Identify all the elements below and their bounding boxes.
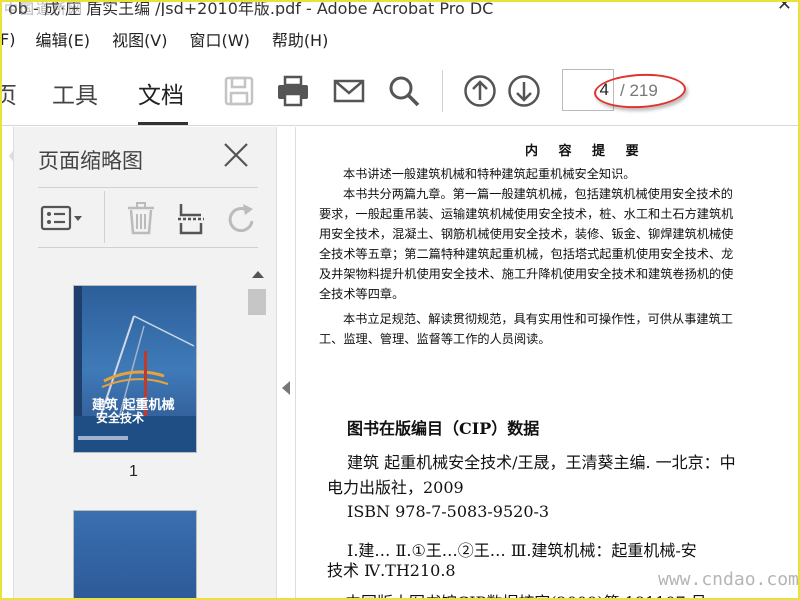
print-icon[interactable] xyxy=(276,74,310,108)
menu-bar: F) 编辑(E) 视图(V) 窗口(W) 帮助(H) xyxy=(2,24,798,54)
doc-paragraph-2: 本书共分两篇九章。第一篇一般建筑机械，包括建筑机械使用安全技术的 要求，一般起重… xyxy=(319,184,798,304)
window-close-button[interactable]: ✕ xyxy=(777,2,792,15)
doc-line: 本书讲述一般建筑机械和特种建筑起重机械安全知识。 xyxy=(343,167,636,181)
tab-home[interactable]: 页 xyxy=(2,76,17,110)
doc-line: 用安全技术，混凝土、钢筋机械使用安全技术，装修、钣金、铆焊建筑机械使 xyxy=(319,227,734,241)
search-icon[interactable] xyxy=(387,74,421,108)
thumbnail-options-icon[interactable] xyxy=(40,201,86,235)
menu-help[interactable]: 帮助(H) xyxy=(272,27,329,51)
doc-line: 及井架物料提升机使用安全技术、施工升降机使用安全技术和建筑卷扬机的使 xyxy=(319,267,734,281)
app-window: ob - 成·庄 盾实王编 /Jsd+2010年版.pdf - Adobe Ac… xyxy=(0,0,800,600)
cip-line: 中国版本图书馆CIP数据核字(2009)第 181107 号 xyxy=(345,589,798,598)
tab-document[interactable]: 文档 xyxy=(138,76,184,110)
scroll-thumb[interactable] xyxy=(248,289,266,315)
active-tab-indicator xyxy=(138,122,188,125)
email-icon[interactable] xyxy=(332,74,366,108)
doc-heading: 内 容 提 要 xyxy=(525,144,647,159)
thumbnails-panel: 页面缩略图 建筑 起重机械 安全技术 1 xyxy=(14,127,276,598)
save-icon[interactable] xyxy=(222,74,256,108)
doc-line: 全技术等四章。 xyxy=(319,287,405,301)
scroll-up-icon[interactable] xyxy=(252,271,264,278)
page-thumbnail-1[interactable]: 建筑 起重机械 安全技术 xyxy=(73,285,197,453)
rotate-icon[interactable] xyxy=(226,201,256,235)
page-thumbnail-2[interactable] xyxy=(73,510,197,598)
title-bar: ob - 成·庄 盾实王编 /Jsd+2010年版.pdf - Adobe Ac… xyxy=(2,2,798,16)
tab-tools[interactable]: 工具 xyxy=(52,76,98,110)
doc-line: 本书立足规范、解读贯彻规范，具有实用性和可操作性，可供从事建筑工 xyxy=(343,312,733,326)
delete-icon[interactable] xyxy=(126,201,156,235)
thumbnail-scrollbar[interactable] xyxy=(246,265,268,598)
doc-line: 本书共分两篇九章。第一篇一般建筑机械，包括建筑机械使用安全技术的 xyxy=(343,187,733,201)
menu-view[interactable]: 视图(V) xyxy=(112,27,167,51)
toolbar-separator xyxy=(442,70,443,112)
watermark-top: 中国道桥网 xyxy=(4,2,84,16)
menu-window[interactable]: 窗口(W) xyxy=(190,27,250,51)
doc-paragraph-3: 本书立足规范、解读贯彻规范，具有实用性和可操作性，可供从事建筑工 工、监理、管理… xyxy=(319,309,798,349)
doc-paragraph-1: 本书讲述一般建筑机械和特种建筑起重机械安全知识。 xyxy=(319,164,798,184)
page-down-icon[interactable] xyxy=(507,74,541,108)
menu-file[interactable]: F) xyxy=(2,30,15,49)
thumbnail-label-1: 1 xyxy=(129,463,138,480)
cip-title: 图书在版编目（CIP）数据 xyxy=(347,419,540,438)
menu-edit[interactable]: 编辑(E) xyxy=(35,27,90,51)
cip-line: ISBN 978-7-5083-9520-3 xyxy=(347,502,550,521)
collapse-arrow-icon[interactable] xyxy=(282,381,290,395)
page-up-icon[interactable] xyxy=(463,74,497,108)
cip-line: 电力出版社，2009 xyxy=(327,478,464,497)
close-icon[interactable] xyxy=(222,141,250,169)
panel-title: 页面缩略图 xyxy=(38,149,143,173)
extract-page-icon[interactable] xyxy=(176,201,206,235)
icon-separator xyxy=(104,191,105,243)
panel-divider xyxy=(38,187,258,188)
cover-subtitle: 安全技术 xyxy=(96,411,145,425)
watermark-bottom: www.cndao.com xyxy=(658,569,799,590)
document-page: 内 容 提 要 本书讲述一般建筑机械和特种建筑起重机械安全知识。 本书共分两篇九… xyxy=(297,127,798,598)
left-edge-strip xyxy=(2,127,14,598)
doc-line: 工、监理、管理、监督等工作的人员阅读。 xyxy=(319,332,551,346)
panel-collapse-handle[interactable] xyxy=(276,127,296,598)
doc-line: 全技术等五章；第二篇特种建筑起重机械，包括塔式起重机使用安全技术、龙 xyxy=(319,247,734,261)
panel-divider-lower xyxy=(38,247,258,248)
doc-line: 要求，一般起重吊装、运输建筑机械使用安全技术，桩、水工和土石方建筑机 xyxy=(319,207,734,221)
cip-line: 建筑 起重机械安全技术/王晟，王清葵主编. 一北京：中 xyxy=(347,453,736,472)
